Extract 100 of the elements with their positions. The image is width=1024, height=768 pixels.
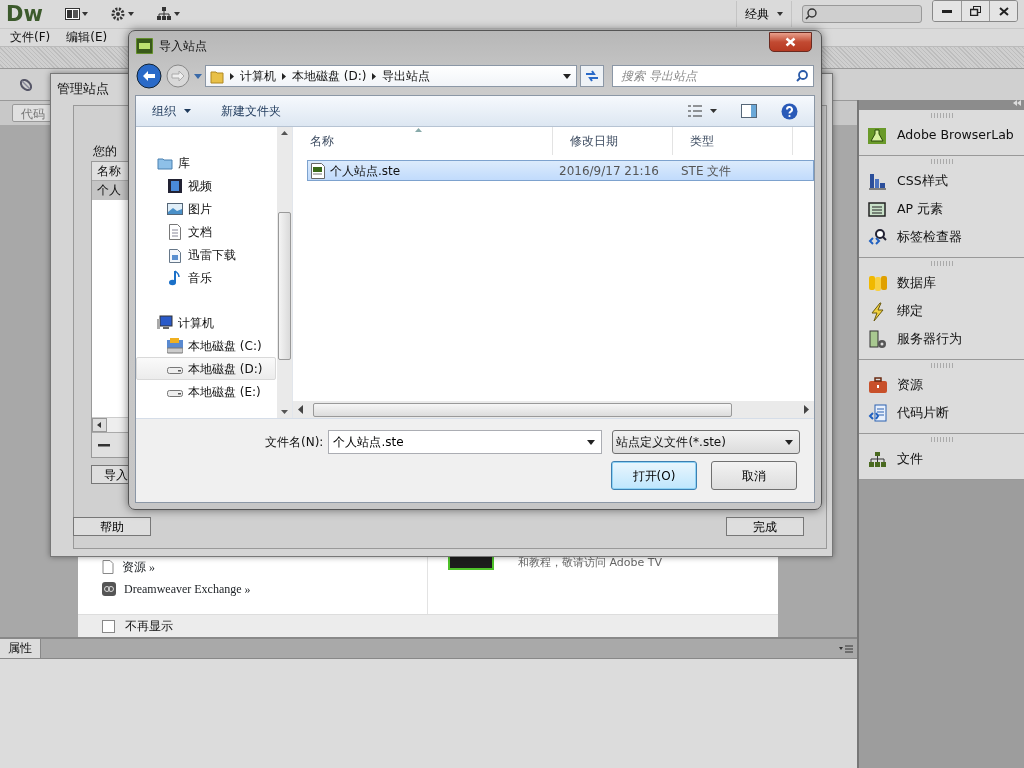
library-icon xyxy=(157,155,173,170)
address-bar[interactable]: 计算机 本地磁盘 (D:) 导出站点 xyxy=(205,65,578,87)
help-button[interactable]: 帮助 xyxy=(73,517,151,536)
panel-item[interactable]: CSS样式 xyxy=(859,167,1024,195)
sort-arrow-icon xyxy=(415,128,422,132)
close-icon xyxy=(785,37,796,47)
tree-item[interactable]: 本地磁盘 (D:) xyxy=(136,357,276,380)
film-icon xyxy=(167,177,183,194)
tree-item[interactable]: 音乐 xyxy=(136,266,276,289)
preview-pane-icon[interactable] xyxy=(741,104,757,118)
panel-menu-icon[interactable] xyxy=(839,645,853,653)
layout-icon[interactable] xyxy=(64,8,89,20)
tree-item[interactable]: 迅雷下载 xyxy=(136,243,276,266)
list-view-icon xyxy=(688,105,702,117)
column-header[interactable]: 类型 xyxy=(673,127,793,155)
caret-icon xyxy=(777,12,783,16)
panel-item[interactable]: 数据库 xyxy=(859,269,1024,297)
close-button[interactable] xyxy=(989,1,1017,21)
close-icon xyxy=(998,6,1009,16)
remove-icon[interactable] xyxy=(98,443,110,447)
app-icon xyxy=(136,38,153,54)
gear-icon[interactable] xyxy=(110,7,135,21)
computer-icon xyxy=(157,315,173,330)
layer-icon xyxy=(868,199,888,219)
tree-item[interactable]: 本地磁盘 (C:) xyxy=(136,334,276,357)
refresh-button[interactable] xyxy=(580,65,604,87)
close-button[interactable] xyxy=(769,32,812,52)
caret-icon xyxy=(587,440,596,445)
tree-icon xyxy=(868,449,888,469)
tree-item[interactable]: 本地磁盘 (E:) xyxy=(136,380,276,403)
search-field[interactable] xyxy=(802,5,922,23)
filename-field[interactable]: 个人站点.ste xyxy=(328,430,603,454)
view-button[interactable] xyxy=(688,105,717,117)
welcome-link[interactable]: 资源 » xyxy=(122,558,155,576)
group-label: 您的 xyxy=(93,143,117,160)
file-row[interactable]: 个人站点.ste 2016/9/17 21:16 STE 文件 xyxy=(307,160,814,181)
chevron-icon xyxy=(372,72,377,80)
scrollbar[interactable] xyxy=(277,127,292,418)
music-note-icon xyxy=(167,269,183,286)
tree-item[interactable]: 计算机 xyxy=(136,311,276,334)
column-header[interactable]: 修改日期 xyxy=(553,127,673,155)
menu-item[interactable]: 编辑(E) xyxy=(58,29,116,46)
scroll-right-icon xyxy=(802,405,810,414)
checkbox-label: 不再显示 xyxy=(125,618,173,635)
flask-icon xyxy=(868,125,888,145)
drive-icon xyxy=(167,337,183,354)
caret-icon xyxy=(785,439,794,445)
dialog-title: 导入站点 xyxy=(159,38,207,55)
search-icon xyxy=(796,70,808,82)
panel-item[interactable]: 资源 xyxy=(859,371,1024,399)
refresh-icon xyxy=(585,70,600,82)
restore-icon xyxy=(970,6,981,16)
dialog-button[interactable]: 打开(O) xyxy=(611,461,697,490)
scrollbar[interactable] xyxy=(293,401,814,418)
minimize-icon xyxy=(942,9,952,13)
sitemap-icon[interactable] xyxy=(156,7,181,21)
caret-icon xyxy=(563,73,572,79)
column-header[interactable]: 名称 xyxy=(293,127,553,155)
organize-button[interactable]: 组织 xyxy=(152,102,191,120)
help-icon[interactable] xyxy=(781,102,798,120)
tree-item[interactable]: 图片 xyxy=(136,197,276,220)
history-caret-icon[interactable] xyxy=(194,73,202,79)
welcome-link[interactable]: Dreamweaver Exchange » xyxy=(124,580,251,598)
checkbox[interactable] xyxy=(102,619,115,633)
panel-tab[interactable]: 属性 xyxy=(0,639,41,658)
done-button[interactable]: 完成 xyxy=(726,517,804,536)
panel-item[interactable]: 服务器行为 xyxy=(859,325,1024,353)
server-icon xyxy=(868,329,888,349)
site-file-icon xyxy=(310,162,326,179)
chevron-icon xyxy=(282,72,286,80)
new-folder-button[interactable]: 新建文件夹 xyxy=(221,102,281,120)
dialog-button[interactable]: 取消 xyxy=(711,461,797,490)
panel-item[interactable]: 标签检查器 xyxy=(859,223,1024,251)
panel-item[interactable]: 代码片断 xyxy=(859,399,1024,427)
workspace-switcher[interactable]: 经典 xyxy=(736,1,792,27)
hyperlink-icon[interactable] xyxy=(18,76,34,93)
database-icon xyxy=(868,273,888,293)
dialog-title: 管理站点 xyxy=(57,80,109,98)
drive-icon xyxy=(167,367,183,374)
tree-item[interactable]: 文档 xyxy=(136,220,276,243)
menu-item[interactable]: 文件(F) xyxy=(2,29,59,46)
download-icon xyxy=(167,246,183,263)
chevron-icon xyxy=(230,72,234,80)
back-icon[interactable] xyxy=(136,63,162,89)
panel-item[interactable]: 绑定 xyxy=(859,297,1024,325)
search-icon xyxy=(805,8,817,20)
document-icon xyxy=(167,223,183,240)
search-field[interactable]: 搜索 导出站点 xyxy=(612,65,814,87)
minimize-button[interactable] xyxy=(933,1,961,21)
caret-icon xyxy=(710,109,717,113)
panel-item[interactable]: AP 元素 xyxy=(859,195,1024,223)
app-logo: Dw xyxy=(6,3,43,25)
field-label: 文件名(N): xyxy=(265,434,324,451)
file-type-select[interactable]: 站点定义文件(*.ste) xyxy=(612,430,801,454)
restore-button[interactable] xyxy=(961,1,989,21)
bar-chart-icon xyxy=(868,171,888,191)
scroll-left-icon[interactable] xyxy=(92,418,107,432)
briefcase-icon xyxy=(868,375,888,395)
magnifier-icon xyxy=(868,227,888,247)
exchange-icon xyxy=(102,582,116,596)
